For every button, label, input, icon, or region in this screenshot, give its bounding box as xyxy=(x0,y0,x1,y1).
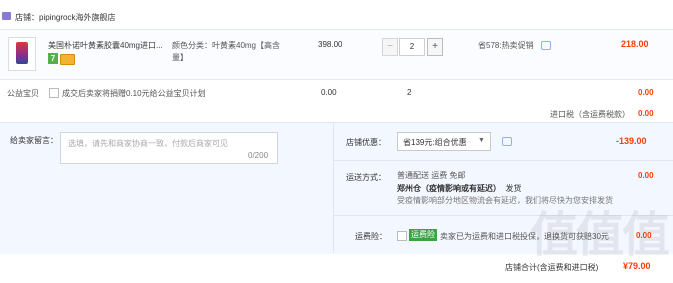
charity-checkbox[interactable] xyxy=(49,88,59,98)
product-title[interactable]: 美国朴诺叶黄素胶囊40mg进口... xyxy=(48,40,163,51)
panel-divider xyxy=(333,122,334,253)
store-discount-value: -139.00 xyxy=(616,136,647,146)
charity-label: 公益宝贝 xyxy=(7,89,39,98)
seller-message-label: 给卖家留言： xyxy=(10,136,58,145)
divider xyxy=(333,160,673,161)
quantity-input[interactable]: 2 xyxy=(399,38,425,56)
quantity-increase-button[interactable]: + xyxy=(427,38,443,56)
bottle-image xyxy=(16,42,28,64)
watermark: 值值值 xyxy=(530,209,670,262)
quantity-decrease-button[interactable]: − xyxy=(382,38,398,56)
shipping-label: 运送方式： xyxy=(346,173,386,182)
seller-message-placeholder: 选填，请先和商家协商一致，付款后商家可见 xyxy=(68,139,228,148)
unit-price: 398.00 xyxy=(318,40,343,49)
shipping-insurance-tag: 运费险 xyxy=(409,229,437,241)
credit-card-icon xyxy=(60,54,75,65)
chat-icon[interactable] xyxy=(541,41,551,50)
promotion-text: 省578:热卖促销 xyxy=(478,41,534,50)
charity-total: 0.00 xyxy=(638,88,654,97)
charity-price: 0.00 xyxy=(321,88,337,97)
ship-word: 发货 xyxy=(505,184,522,193)
shipping-method: 普通配送 运费 免邮 xyxy=(397,171,466,180)
charity-text: 成交后卖家将捐赠0.10元给公益宝贝计划 xyxy=(62,89,206,98)
import-tax-value: 0.00 xyxy=(638,109,654,118)
store-icon xyxy=(2,12,11,20)
cart-item-row xyxy=(0,29,673,80)
shipping-warehouse: 郑州仓（疫情影响或有延迟） 发货 xyxy=(397,183,521,194)
seller-message-count: 0/200 xyxy=(248,151,269,160)
store-discount-selected[interactable]: 省139元:组合优惠 xyxy=(403,137,467,148)
shipping-insurance-checkbox[interactable] xyxy=(397,231,407,241)
product-spec: 颜色分类：叶黄素40mg【高含量】 xyxy=(172,41,281,62)
seven-day-return-badge: 7 xyxy=(48,53,58,64)
item-subtotal: 218.00 xyxy=(621,39,649,49)
import-tax-label: 进口税（含运费税款） xyxy=(550,110,630,119)
warehouse-name: 郑州仓（疫情影响或有延迟） xyxy=(397,184,501,193)
shipping-fee: 0.00 xyxy=(638,171,654,180)
product-thumbnail[interactable] xyxy=(8,37,36,71)
store-name[interactable]: 店铺：pipingrock海外旗舰店 xyxy=(15,12,115,23)
chevron-down-icon[interactable]: ▼ xyxy=(478,137,485,144)
shipping-insurance-label: 运费险： xyxy=(355,232,387,241)
chat-icon[interactable] xyxy=(502,137,512,146)
store-discount-label: 店铺优惠： xyxy=(346,138,386,147)
charity-qty: 2 xyxy=(407,88,412,97)
